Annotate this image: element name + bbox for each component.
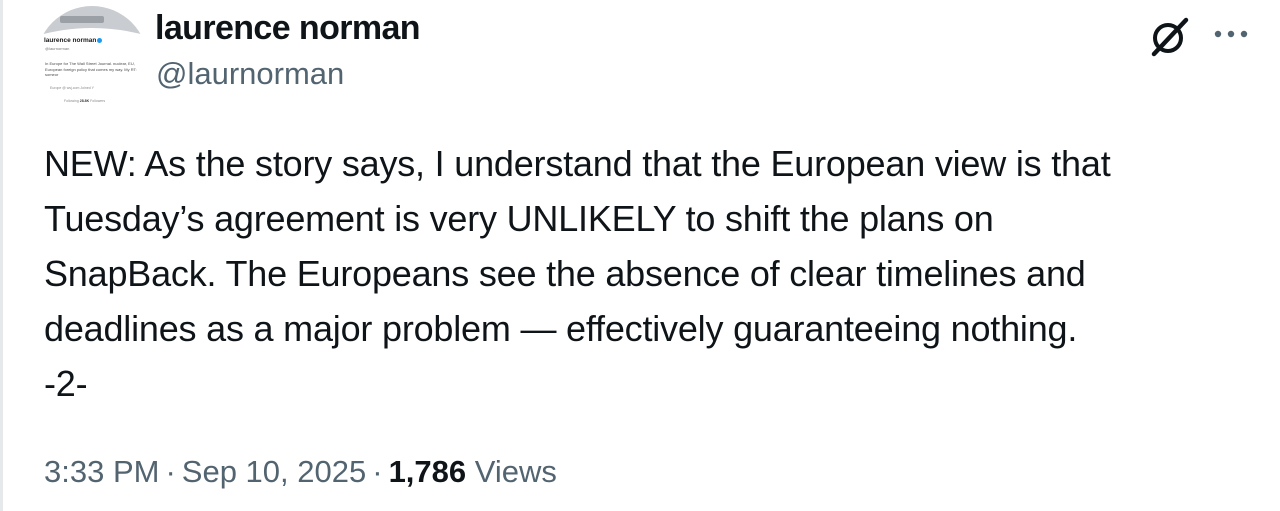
tweet-line: deadlines as a major problem — effective… bbox=[44, 308, 1078, 349]
grok-icon[interactable] bbox=[1146, 14, 1192, 60]
avatar-mini-handle: @laurnorman bbox=[45, 46, 70, 51]
tweet-line: NEW: As the story says, I understand tha… bbox=[44, 143, 1111, 184]
tweet-meta: 3:33 PM · Sep 10, 2025 · 1,786 Views bbox=[44, 450, 557, 494]
avatar[interactable]: laurence norman @laurnorman In Europe fo… bbox=[36, 6, 148, 118]
avatar-mini-following: Following bbox=[64, 99, 79, 103]
avatar-mini-meta: Europe @ wsj.com Joined Y bbox=[50, 86, 94, 90]
views-label: Views bbox=[474, 454, 557, 489]
meta-separator: · bbox=[372, 454, 383, 489]
author-handle[interactable]: @laurnorman bbox=[156, 55, 344, 93]
tweet-line: -2- bbox=[44, 363, 88, 404]
author-display-name[interactable]: laurence norman bbox=[155, 8, 421, 48]
tweet-text: NEW: As the story says, I understand tha… bbox=[44, 136, 1259, 411]
meta-separator: · bbox=[165, 454, 176, 489]
avatar-mini-follow-stats: Following 28.8K Followers bbox=[64, 99, 105, 103]
verified-badge-icon bbox=[97, 37, 103, 43]
views-count: 1,786 bbox=[388, 454, 467, 489]
more-dots-icon[interactable] bbox=[1212, 24, 1252, 44]
avatar-mini-name: laurence norman bbox=[44, 37, 103, 44]
tweet-line: SnapBack. The Europeans see the absence … bbox=[44, 253, 1086, 294]
tweet-line: Tuesday’s agreement is very UNLIKELY to … bbox=[44, 198, 994, 239]
avatar-mini-bio: In Europe for The Wall Street Journal. n… bbox=[45, 61, 137, 78]
avatar-mini-followers-count: 28.8K bbox=[79, 99, 90, 103]
tweet-time[interactable]: 3:33 PM bbox=[44, 454, 159, 489]
avatar-mini-followers-label: Followers bbox=[90, 99, 106, 103]
tweet-date[interactable]: Sep 10, 2025 bbox=[182, 454, 366, 489]
left-border bbox=[0, 0, 3, 511]
tweet-card: laurence norman @laurnorman In Europe fo… bbox=[0, 0, 1280, 511]
